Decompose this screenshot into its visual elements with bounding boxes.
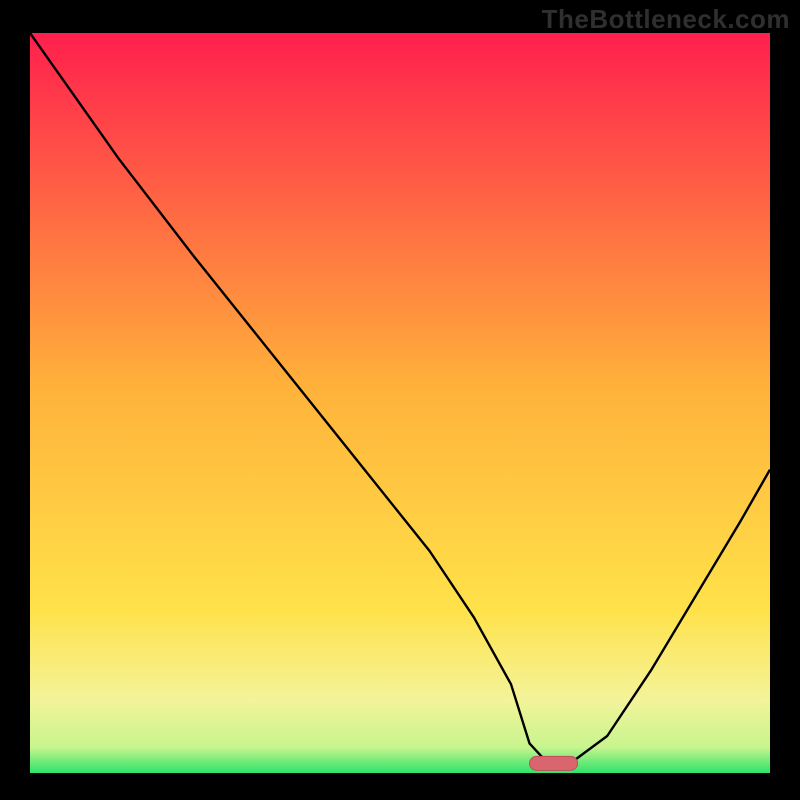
- watermark-text: TheBottleneck.com: [542, 4, 790, 35]
- optimal-range-marker: [530, 756, 578, 770]
- plot-area: [30, 33, 770, 773]
- chart-svg: [30, 33, 770, 773]
- chart-frame: TheBottleneck.com: [0, 0, 800, 800]
- gradient-background: [30, 33, 770, 773]
